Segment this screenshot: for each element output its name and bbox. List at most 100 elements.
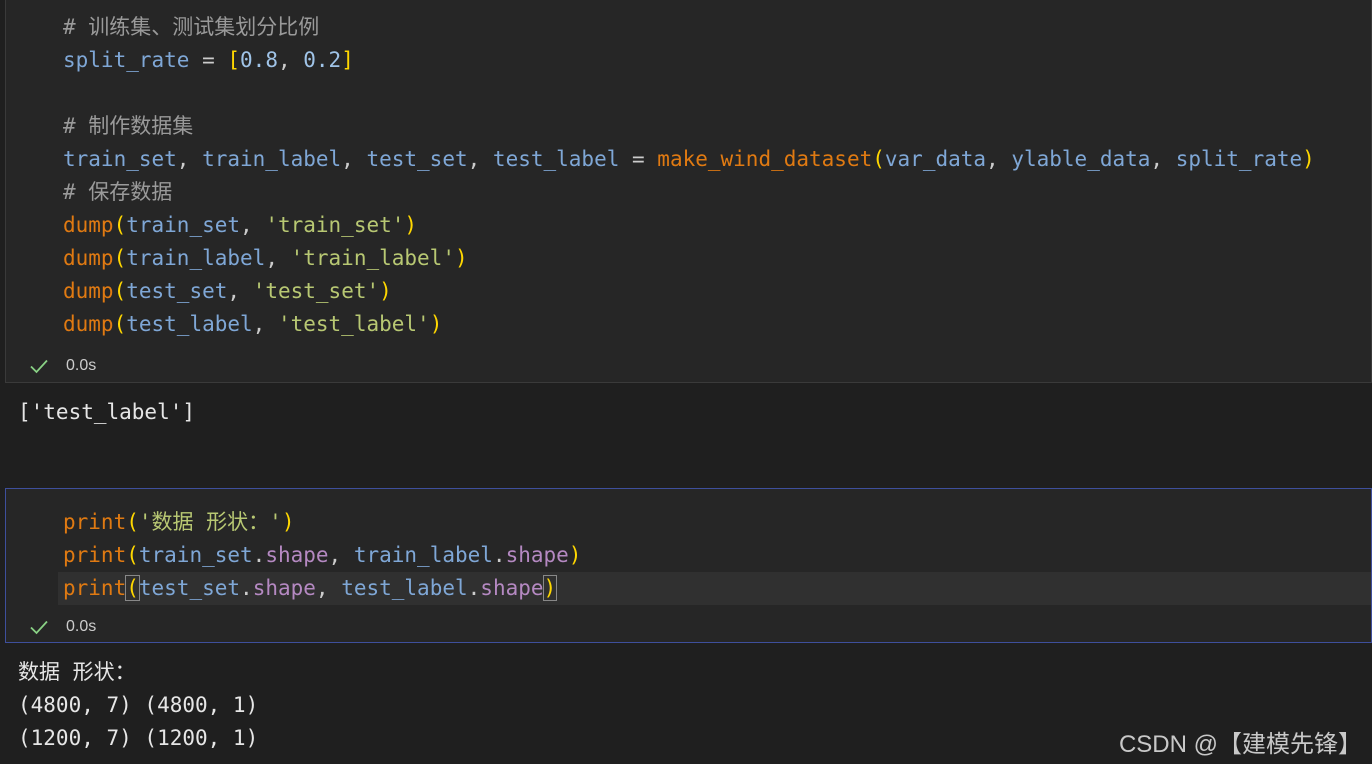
code-line-6[interactable]: # 保存数据: [63, 176, 172, 209]
code-paren: ): [542, 575, 558, 601]
execution-time: 0.0s: [66, 357, 97, 374]
code-punct: ,: [328, 543, 354, 567]
code-punct: ,: [265, 246, 291, 270]
code-paren: ): [454, 246, 468, 270]
code-punct: .: [467, 576, 481, 600]
code-function: make_wind_dataset: [657, 147, 873, 171]
code-paren: (: [113, 213, 127, 237]
code-string: 'train_set': [265, 213, 405, 237]
code-attribute: shape: [252, 576, 316, 600]
code-function: dump: [63, 279, 114, 303]
code-operator: =: [619, 147, 658, 171]
code-punct: .: [240, 576, 253, 600]
code-variable: train_set: [63, 147, 177, 171]
check-icon: [30, 620, 48, 635]
code-bracket: ]: [341, 48, 354, 72]
code-attribute: shape: [265, 543, 329, 567]
code-paren: (: [126, 510, 139, 534]
code-line-9[interactable]: dump(test_set, 'test_set'): [63, 275, 392, 308]
code-comment: # 训练集、测试集划分比例: [63, 15, 320, 39]
code-line-8[interactable]: dump(train_label, 'train_label'): [63, 242, 468, 275]
code-line-10[interactable]: dump(test_label, 'test_label'): [63, 308, 442, 341]
execution-status: 0.0s: [28, 615, 96, 639]
code-variable: train_set: [138, 543, 253, 567]
code-punct: ,: [240, 213, 266, 237]
code-punct: ,: [176, 147, 203, 171]
code-punct: ,: [227, 279, 253, 303]
code-paren: (: [125, 575, 140, 601]
output-line: 数据 形状：: [18, 660, 136, 684]
code-function: print: [63, 576, 127, 600]
code-function: print: [63, 543, 127, 567]
code-punct: ,: [277, 48, 304, 72]
code-cell-2[interactable]: print('数据 形状：') print(train_set.shape, t…: [5, 488, 1372, 643]
code-paren: ): [281, 510, 295, 534]
code-variable: var_data: [884, 147, 987, 171]
code-paren: (: [113, 246, 127, 270]
code-variable: test_label: [492, 147, 620, 171]
code-line-1[interactable]: # 训练集、测试集划分比例: [63, 11, 319, 44]
watermark: CSDN @【建模先锋】: [1118, 731, 1362, 758]
code-comment: # 保存数据: [63, 180, 173, 204]
code-variable: ylable_data: [1011, 147, 1151, 171]
code-paren: ): [379, 279, 392, 303]
code-variable: split_rate: [63, 48, 190, 72]
code-function: print: [63, 510, 127, 534]
code-function: dump: [63, 246, 114, 270]
output-line: ['test_label']: [18, 400, 196, 424]
code-function: dump: [63, 213, 114, 237]
code-variable: train_label: [353, 543, 493, 567]
code-attribute: shape: [505, 543, 569, 567]
code-string: '数据 形状：': [138, 510, 282, 534]
code-paren: ): [404, 213, 418, 237]
code-variable: test_set: [366, 147, 468, 171]
code-string: 'test_set': [252, 279, 380, 303]
code-variable: test_label: [341, 576, 468, 600]
code-line-2[interactable]: print(train_set.shape, train_label.shape…: [63, 539, 581, 572]
cell-2-output: 数据 形状： (4800, 7) (4800, 1) (1200, 7) (1200…: [18, 656, 258, 755]
code-line-5[interactable]: train_set, train_label, test_set, test_l…: [63, 143, 1315, 176]
code-punct: ,: [1150, 147, 1176, 171]
code-variable: test_label: [126, 312, 253, 336]
code-punct: ,: [467, 147, 493, 171]
code-number: 0.2: [303, 48, 342, 72]
code-paren: (: [126, 543, 139, 567]
code-variable: train_label: [126, 246, 266, 270]
code-punct: ,: [252, 312, 278, 336]
code-paren: ): [429, 312, 443, 336]
code-variable: split_rate: [1175, 147, 1303, 171]
code-number: 0.8: [240, 48, 278, 72]
code-punct: .: [492, 543, 506, 567]
code-attribute: shape: [480, 576, 544, 600]
code-variable: train_set: [126, 213, 241, 237]
output-line: (1200, 7) (1200, 1): [18, 726, 259, 750]
code-paren: (: [113, 312, 127, 336]
code-line-1[interactable]: print('数据 形状：'): [63, 506, 294, 539]
code-punct: ,: [341, 147, 367, 171]
code-line-3[interactable]: print(test_set.shape, test_label.shape): [63, 572, 558, 605]
code-function: dump: [63, 312, 114, 336]
code-punct: ,: [315, 576, 342, 600]
check-icon: [30, 359, 48, 374]
code-line-7[interactable]: dump(train_set, 'train_set'): [63, 209, 417, 242]
code-string: 'train_label': [290, 246, 455, 270]
code-string: 'test_label': [277, 312, 430, 336]
code-punct: ,: [986, 147, 1012, 171]
code-comment: # 制作数据集: [63, 114, 194, 138]
code-cell-1[interactable]: # 训练集、测试集划分比例 split_rate = [0.8, 0.2] # …: [5, 0, 1372, 383]
code-bracket: [: [227, 48, 241, 72]
code-line-4[interactable]: # 制作数据集: [63, 110, 193, 143]
code-paren: (: [872, 147, 885, 171]
execution-time: 0.0s: [66, 618, 97, 635]
code-punct: .: [252, 543, 266, 567]
code-operator: =: [189, 48, 228, 72]
code-variable: test_set: [138, 576, 241, 600]
code-paren: (: [113, 279, 127, 303]
code-variable: train_label: [202, 147, 342, 171]
output-line: (4800, 7) (4800, 1): [18, 693, 259, 717]
code-variable: test_set: [126, 279, 228, 303]
code-paren: ): [1302, 147, 1315, 171]
execution-status: 0.0s: [28, 354, 96, 378]
cell-1-output: ['test_label']: [18, 396, 195, 429]
code-line-2[interactable]: split_rate = [0.8, 0.2]: [63, 44, 354, 77]
